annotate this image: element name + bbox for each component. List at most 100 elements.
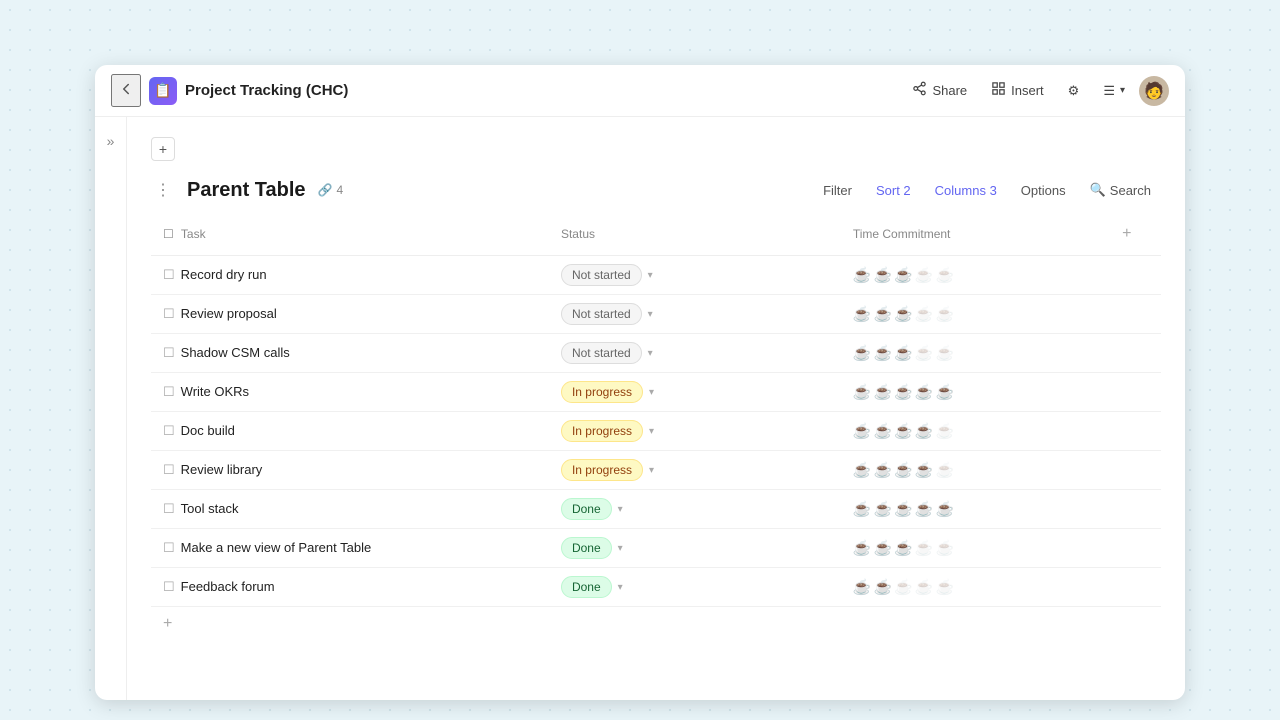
coffee-cup-2[interactable]: ☕ [874, 500, 893, 518]
coffee-cup-2[interactable]: ☕ [874, 422, 893, 440]
coffee-cup-2[interactable]: ☕ [874, 344, 893, 362]
link-badge[interactable]: 🔗 4 [318, 183, 344, 197]
breadcrumb-input[interactable] [183, 142, 383, 157]
coffee-cup-5[interactable]: ☕ [936, 383, 955, 401]
status-badge[interactable]: Not started [561, 342, 642, 364]
add-row-button[interactable]: + [151, 611, 184, 637]
status-dropdown-arrow[interactable]: ▾ [618, 582, 623, 593]
coffee-cup-5[interactable]: ☕ [936, 578, 955, 596]
coffee-cup-4[interactable]: ☕ [915, 578, 934, 596]
coffee-cup-3[interactable]: ☕ [894, 383, 913, 401]
status-dropdown-arrow[interactable]: ▾ [649, 426, 654, 437]
filter-button[interactable]: Filter [813, 178, 862, 203]
coffee-cup-2[interactable]: ☕ [874, 578, 893, 596]
menu-button[interactable]: ☰ ▾ [1093, 78, 1135, 104]
coffee-cup-4[interactable]: ☕ [915, 461, 934, 479]
coffee-cup-1[interactable]: ☕ [853, 539, 872, 557]
coffee-cup-1[interactable]: ☕ [853, 266, 872, 284]
coffee-cup-3[interactable]: ☕ [894, 266, 913, 284]
coffee-cup-5[interactable]: ☕ [936, 500, 955, 518]
options-button[interactable]: Options [1011, 178, 1076, 203]
status-badge[interactable]: In progress [561, 381, 643, 403]
status-cell-inner: In progress ▾ [561, 420, 829, 442]
status-dropdown-arrow[interactable]: ▾ [648, 309, 653, 320]
insert-button[interactable]: Insert [981, 76, 1054, 105]
coffee-rating[interactable]: ☕☕☕☕☕ [853, 578, 1094, 596]
status-badge[interactable]: Done [561, 576, 612, 598]
coffee-cup-3[interactable]: ☕ [894, 461, 913, 479]
coffee-cup-4[interactable]: ☕ [915, 344, 934, 362]
status-cell: Not started ▾ [549, 295, 841, 334]
status-badge[interactable]: Done [561, 498, 612, 520]
status-badge[interactable]: Not started [561, 264, 642, 286]
coffee-cup-2[interactable]: ☕ [874, 305, 893, 323]
coffee-cup-4[interactable]: ☕ [915, 539, 934, 557]
coffee-cup-1[interactable]: ☕ [853, 344, 872, 362]
insert-icon [991, 81, 1006, 100]
task-cell: ☐Write OKRs [151, 373, 549, 412]
coffee-cup-4[interactable]: ☕ [915, 266, 934, 284]
sidebar-toggle-button[interactable]: » [95, 117, 127, 700]
coffee-cup-3[interactable]: ☕ [894, 305, 913, 323]
status-dropdown-arrow[interactable]: ▾ [648, 348, 653, 359]
coffee-cup-2[interactable]: ☕ [874, 539, 893, 557]
add-page-button[interactable]: + [151, 137, 175, 161]
coffee-cup-1[interactable]: ☕ [853, 305, 872, 323]
coffee-rating[interactable]: ☕☕☕☕☕ [853, 266, 1094, 284]
coffee-cup-4[interactable]: ☕ [915, 500, 934, 518]
coffee-rating[interactable]: ☕☕☕☕☕ [853, 383, 1094, 401]
coffee-cup-1[interactable]: ☕ [853, 461, 872, 479]
coffee-cup-5[interactable]: ☕ [936, 461, 955, 479]
row-options-icon[interactable]: ⋮ [151, 178, 175, 202]
coffee-cup-4[interactable]: ☕ [915, 383, 934, 401]
status-dropdown-arrow[interactable]: ▾ [649, 465, 654, 476]
content-area: » + ⋮ Parent Table 🔗 4 [95, 117, 1185, 700]
coffee-rating[interactable]: ☕☕☕☕☕ [853, 305, 1094, 323]
add-cell [1106, 256, 1161, 295]
coffee-cup-2[interactable]: ☕ [874, 461, 893, 479]
coffee-cup-1[interactable]: ☕ [853, 422, 872, 440]
coffee-rating[interactable]: ☕☕☕☕☕ [853, 344, 1094, 362]
coffee-cup-3[interactable]: ☕ [894, 422, 913, 440]
status-dropdown-arrow[interactable]: ▾ [648, 270, 653, 281]
sort-button[interactable]: Sort 2 [866, 178, 921, 203]
add-column-button[interactable]: + [1118, 221, 1135, 247]
status-badge[interactable]: In progress [561, 459, 643, 481]
coffee-cup-5[interactable]: ☕ [936, 266, 955, 284]
coffee-cup-5[interactable]: ☕ [936, 539, 955, 557]
coffee-cup-2[interactable]: ☕ [874, 383, 893, 401]
share-button[interactable]: Share [902, 76, 977, 105]
coffee-cup-3[interactable]: ☕ [894, 500, 913, 518]
share-icon [912, 81, 927, 100]
search-button[interactable]: 🔍 Search [1080, 177, 1161, 203]
task-name: Tool stack [181, 501, 239, 516]
table-row: ☐Record dry run Not started ▾ ☕☕☕☕☕ [151, 256, 1161, 295]
columns-button[interactable]: Columns 3 [925, 178, 1007, 203]
status-dropdown-arrow[interactable]: ▾ [618, 543, 623, 554]
avatar[interactable]: 🧑 [1139, 76, 1169, 106]
status-badge[interactable]: Done [561, 537, 612, 559]
coffee-cup-3[interactable]: ☕ [894, 578, 913, 596]
status-badge[interactable]: In progress [561, 420, 643, 442]
coffee-cup-5[interactable]: ☕ [936, 344, 955, 362]
coffee-cup-1[interactable]: ☕ [853, 500, 872, 518]
coffee-rating[interactable]: ☕☕☕☕☕ [853, 539, 1094, 557]
coffee-cup-3[interactable]: ☕ [894, 344, 913, 362]
coffee-cup-4[interactable]: ☕ [915, 305, 934, 323]
status-badge[interactable]: Not started [561, 303, 642, 325]
coffee-cup-2[interactable]: ☕ [874, 266, 893, 284]
status-dropdown-arrow[interactable]: ▾ [649, 387, 654, 398]
coffee-cup-5[interactable]: ☕ [936, 305, 955, 323]
coffee-rating[interactable]: ☕☕☕☕☕ [853, 422, 1094, 440]
coffee-cup-1[interactable]: ☕ [853, 383, 872, 401]
coffee-rating[interactable]: ☕☕☕☕☕ [853, 461, 1094, 479]
settings-button[interactable]: ⚙ [1058, 78, 1090, 104]
coffee-cup-4[interactable]: ☕ [915, 422, 934, 440]
coffee-cup-1[interactable]: ☕ [853, 578, 872, 596]
coffee-cup-5[interactable]: ☕ [936, 422, 955, 440]
coffee-rating[interactable]: ☕☕☕☕☕ [853, 500, 1094, 518]
coffee-cup-3[interactable]: ☕ [894, 539, 913, 557]
back-button[interactable] [111, 74, 141, 107]
status-dropdown-arrow[interactable]: ▾ [618, 504, 623, 515]
table-row: ☐Review library In progress ▾ ☕☕☕☕☕ [151, 451, 1161, 490]
